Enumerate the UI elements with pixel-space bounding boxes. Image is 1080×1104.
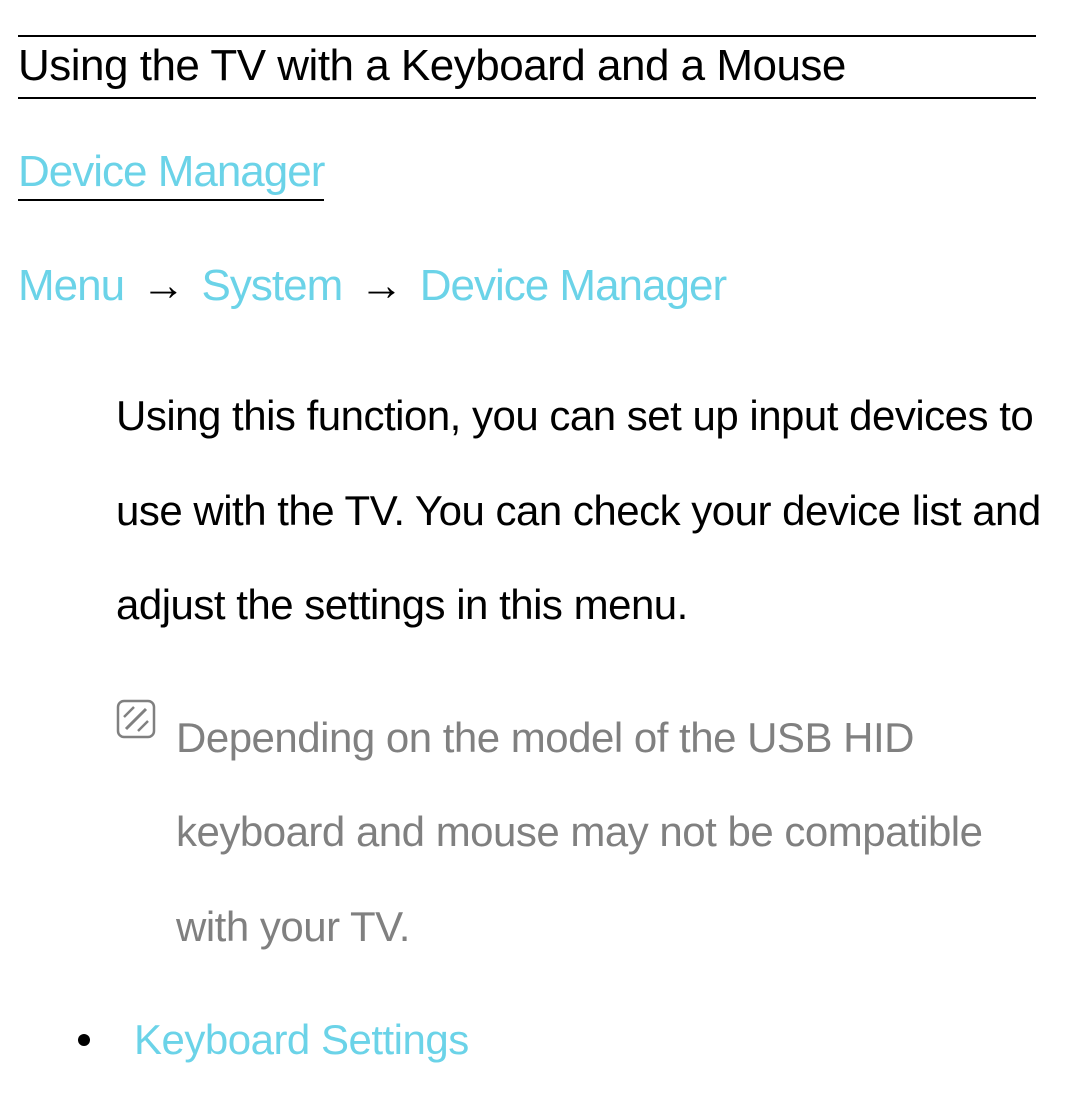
page-title: Using the TV with a Keyboard and a Mouse [18,41,1036,91]
breadcrumb-system[interactable]: System [202,261,343,310]
breadcrumb-menu[interactable]: Menu [18,261,124,310]
description-text: Using this function, you can set up inpu… [116,369,1042,653]
note-text: Depending on the model of the USB HID ke… [176,691,1042,975]
note-row: Depending on the model of the USB HID ke… [116,691,1042,975]
arrow-icon: → [141,261,184,310]
list-row: Keyboard Settings [78,1016,1042,1064]
title-container: Using the TV with a Keyboard and a Mouse [18,35,1036,99]
note-icon [116,699,156,744]
arrow-icon: → [359,261,402,310]
breadcrumb-device-manager[interactable]: Device Manager [420,261,726,310]
breadcrumb: Menu → System → Device Manager [18,261,1062,311]
bullet-icon [78,1034,90,1046]
section-heading: Device Manager [18,147,324,196]
section-heading-wrap: Device Manager [18,147,324,201]
body-block: Using this function, you can set up inpu… [18,369,1062,1064]
keyboard-settings-link[interactable]: Keyboard Settings [134,1016,469,1064]
